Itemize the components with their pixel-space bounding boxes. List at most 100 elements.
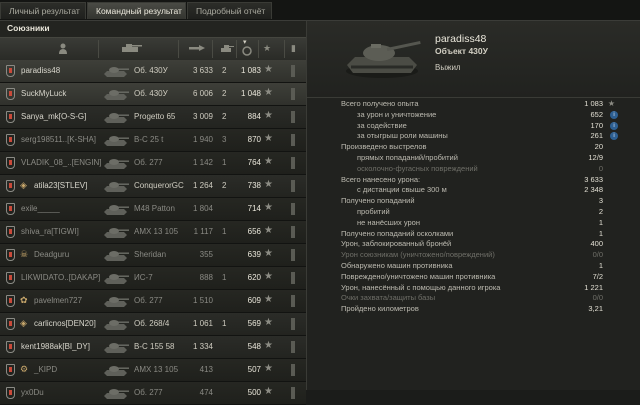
team-rows: paradiss48 Об. 430У 3 633 2 1 083 ★ SuckMyLuck… xyxy=(0,60,306,405)
tank-icon xyxy=(104,228,129,238)
tank-icon xyxy=(104,113,129,123)
team-row[interactable]: yx0Du Об. 277 474 500 ★ xyxy=(0,382,306,405)
team-row[interactable]: ⚙ _KIPD AMX 13 105 413 507 ★ xyxy=(0,359,306,382)
stat-value: 170 xyxy=(590,120,603,130)
xp-column-icon[interactable] xyxy=(242,46,252,58)
clan-emblem-icon: ◈ xyxy=(20,318,27,328)
frags-value: 1 xyxy=(222,158,227,167)
squad-column-icon[interactable]: ▮ xyxy=(291,43,296,54)
damage-column-icon[interactable] xyxy=(188,43,206,55)
xp-value: 738 xyxy=(247,181,261,190)
squad-marker xyxy=(291,180,295,192)
frags-value: 2 xyxy=(222,181,227,190)
xp-value: 1 048 xyxy=(240,89,261,98)
player-name: SuckMyLuck xyxy=(21,89,67,98)
player-name: shiva_ra[TIGWI] xyxy=(21,227,79,236)
squad-marker xyxy=(291,111,295,123)
star-icon: ★ xyxy=(264,271,273,282)
vehicle-name: Об. 430У xyxy=(134,66,168,75)
player-name: yx0Du xyxy=(21,388,44,397)
team-row[interactable]: paradiss48 Об. 430У 3 633 2 1 083 ★ xyxy=(0,60,306,83)
squad-marker xyxy=(291,341,295,353)
team-row[interactable]: ☠ Deadguru Sheridan 355 639 ★ xyxy=(0,244,306,267)
team-row[interactable]: shiva_ra[TIGWI] AMX 13 105 1 117 1 656 ★ xyxy=(0,221,306,244)
team-row[interactable]: ✿ pavelmen727 Об. 277 1 510 609 ★ xyxy=(0,290,306,313)
team-row[interactable]: LIKWIDATO..[DAKAP] ИС-7 888 1 620 ★ xyxy=(0,267,306,290)
stat-value: 1 xyxy=(598,260,603,270)
stat-row: Урон, нанесённый с помощью данного игрок… xyxy=(307,283,640,294)
stat-row: пробитий 2 xyxy=(307,207,640,218)
damage-value: 1 061 xyxy=(192,319,213,328)
tab-detailed[interactable]: Подробный отчёт xyxy=(187,2,272,19)
info-icon[interactable]: i xyxy=(610,110,618,119)
stat-label: Получено попаданий осколками xyxy=(341,228,454,238)
star-icon: ★ xyxy=(264,225,273,236)
stat-value: 1 xyxy=(598,228,603,238)
star-icon: ★ xyxy=(607,99,615,108)
xp-value: 639 xyxy=(247,250,261,259)
player-detail-panel: paradiss48 Объект 430У Выжил Всего получ… xyxy=(307,21,640,390)
stat-row: Пройдено километров 3,21 xyxy=(307,304,640,315)
rank-icon xyxy=(6,387,15,399)
star-icon: ★ xyxy=(264,317,273,328)
stat-label: Урон союзникам (уничтожено/повреждений) xyxy=(341,250,495,260)
stat-row: Урон союзникам (уничтожено/повреждений) 0… xyxy=(307,250,640,261)
squad-marker xyxy=(291,226,295,238)
player-name: _KIPD xyxy=(34,365,58,374)
tank-icon xyxy=(104,205,129,215)
stats-list: Всего получено опыта 1 083 ★ за урон и унич… xyxy=(307,99,640,315)
star-icon: ★ xyxy=(264,294,273,305)
frags-value: 2 xyxy=(222,112,227,121)
damage-value: 1 804 xyxy=(192,204,213,213)
vehicle-name: Об. 277 xyxy=(134,296,163,305)
stat-value: 1 083 xyxy=(584,99,603,108)
star-column-icon[interactable]: ★ xyxy=(263,43,271,54)
tab-bar: Личный результат Командный результат Под… xyxy=(0,0,640,21)
stat-row: прямых попаданий/пробитий 12/9 xyxy=(307,153,640,164)
stat-value: 2 xyxy=(598,206,603,216)
stat-row: Очки захвата/защиты базы 0/0 xyxy=(307,293,640,304)
stat-row: с дистанции свыше 300 м 2 348 xyxy=(307,185,640,196)
team-row[interactable]: serg198511..[K-SHA] B-C 25 t 1 940 3 870 ★ xyxy=(0,129,306,152)
stat-label: Урон, заблокированный бронёй xyxy=(341,239,452,249)
team-row[interactable]: exile_____ M48 Patton 1 804 714 ★ xyxy=(0,198,306,221)
player-column-icon[interactable] xyxy=(58,43,68,56)
vehicle-name: Sheridan xyxy=(134,250,167,259)
stat-label: осколочно-фугасных повреждений xyxy=(357,163,478,173)
stat-value: 0/0 xyxy=(592,293,603,303)
player-name: Deadguru xyxy=(34,250,70,259)
star-icon: ★ xyxy=(264,110,273,121)
team-row[interactable]: SuckMyLuck Об. 430У 6 006 2 1 048 ★ xyxy=(0,83,306,106)
stat-value: 2 348 xyxy=(584,185,603,195)
stat-row: Урон, заблокированный бронёй 400 xyxy=(307,239,640,250)
player-name: paradiss48 xyxy=(21,66,61,75)
stat-value: 7/2 xyxy=(592,271,603,281)
frags-column-icon[interactable] xyxy=(220,43,234,55)
xp-value: 548 xyxy=(247,342,261,351)
rank-icon xyxy=(6,65,15,77)
tab-team[interactable]: Командный результат xyxy=(87,2,186,19)
team-row[interactable]: ◈ atila23[STLEV] ConquerorGC 1 264 2 738 ★ xyxy=(0,175,306,198)
squad-marker xyxy=(291,65,295,77)
damage-value: 6 006 xyxy=(192,89,213,98)
info-icon[interactable]: i xyxy=(610,121,618,130)
team-row[interactable]: ◈ carlicnos[DEN20] Об. 268/4 1 061 1 569 ★ xyxy=(0,313,306,336)
tank-icon xyxy=(104,159,129,169)
team-row[interactable]: VLADIK_08_..[ENGIN] Об. 277 1 142 1 764 ★ xyxy=(0,152,306,175)
squad-marker xyxy=(291,157,295,169)
player-status: Выжил xyxy=(435,63,461,72)
stat-label: Повреждено/уничтожено машин противника xyxy=(341,271,496,281)
rank-icon xyxy=(6,157,15,169)
rank-icon xyxy=(6,111,15,123)
rank-icon xyxy=(6,341,15,353)
stat-value: 20 xyxy=(594,142,603,152)
tab-personal[interactable]: Личный результат xyxy=(0,2,86,19)
squad-marker xyxy=(291,88,295,100)
vehicle-column-icon[interactable] xyxy=(120,43,142,55)
stat-row: за содействие 170 i xyxy=(307,121,640,132)
info-icon[interactable]: i xyxy=(610,132,618,141)
team-row[interactable]: kent1988ak[BI_DY] B-C 155 58 1 334 548 ★ xyxy=(0,336,306,359)
star-icon: ★ xyxy=(264,156,273,167)
team-row[interactable]: Sanya_mk[O-S-G] Progetto 65 3 009 2 884 ★ xyxy=(0,106,306,129)
xp-value: 1 083 xyxy=(240,66,261,75)
